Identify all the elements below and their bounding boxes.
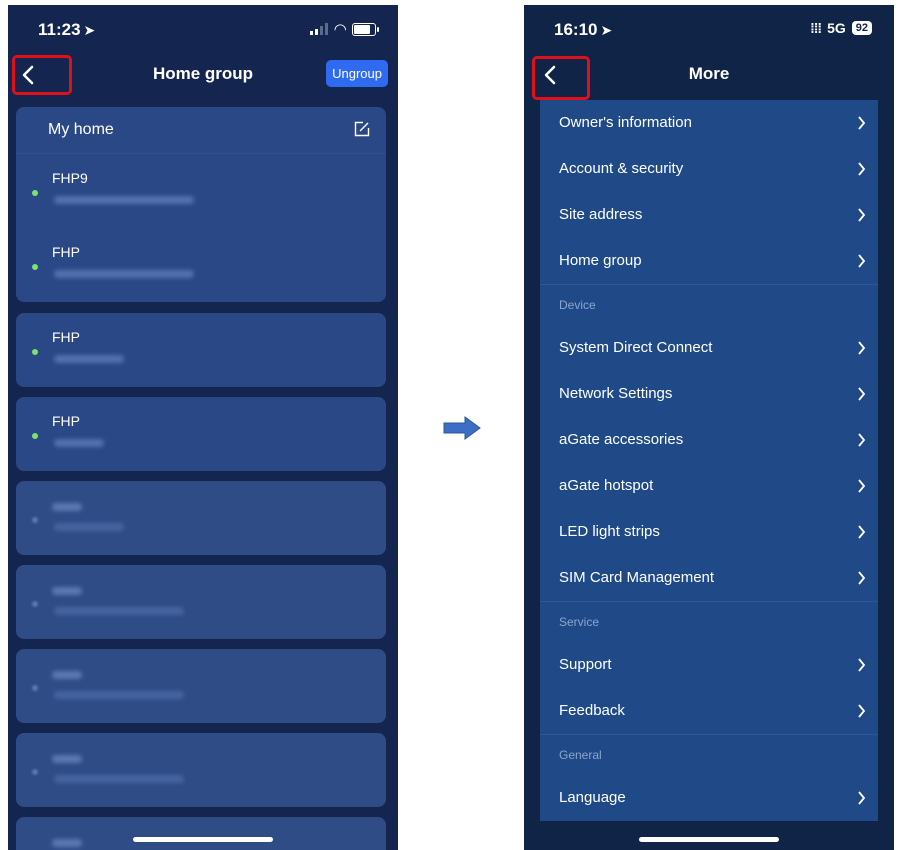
- device-name: FHP: [52, 413, 80, 429]
- device-item[interactable]: FHP9: [16, 154, 386, 228]
- chevron-right-icon: [858, 116, 866, 130]
- list-item-language[interactable]: Language: [540, 775, 878, 821]
- online-dot: [32, 349, 38, 355]
- list-item-sim-card-management[interactable]: SIM Card Management: [540, 555, 878, 601]
- device-card-blurred[interactable]: [16, 565, 386, 639]
- device-serial-blurred: [54, 196, 194, 204]
- nav-bar: Home group Ungroup: [8, 53, 398, 97]
- battery-level: 92: [851, 21, 872, 35]
- device-card[interactable]: FHP: [16, 397, 386, 471]
- signal-icon: ⁞⁞⁞: [810, 20, 822, 36]
- device-name: FHP9: [52, 170, 88, 186]
- device-serial-blurred: [54, 270, 194, 278]
- home-indicator: [133, 837, 273, 842]
- home-indicator: [639, 837, 779, 842]
- chevron-right-icon: [858, 162, 866, 176]
- location-icon: ➤: [83, 22, 96, 38]
- home-name: My home: [48, 121, 114, 138]
- signal-icon: [310, 23, 329, 35]
- chevron-right-icon: [858, 571, 866, 585]
- list-item-home-group[interactable]: Home group: [540, 238, 878, 284]
- location-icon: ➤: [600, 22, 613, 38]
- device-name: FHP: [52, 244, 80, 260]
- online-dot: [32, 433, 38, 439]
- right-arrow-icon: [443, 416, 481, 440]
- list-item-feedback[interactable]: Feedback: [540, 688, 878, 734]
- edit-icon[interactable]: [354, 121, 370, 137]
- settings-list: Owner's information Account & security S…: [540, 100, 878, 821]
- chevron-right-icon: [858, 208, 866, 222]
- chevron-right-icon: [858, 433, 866, 447]
- list-item-agate-hotspot[interactable]: aGate hotspot: [540, 463, 878, 509]
- device-serial-blurred: [54, 439, 104, 447]
- chevron-right-icon: [858, 704, 866, 718]
- device-card-blurred[interactable]: [16, 649, 386, 723]
- nav-bar: More: [524, 53, 894, 100]
- status-time: 16:10 ➤: [554, 20, 613, 39]
- device-card-blurred[interactable]: [16, 817, 386, 850]
- device-name: FHP: [52, 329, 80, 345]
- chevron-right-icon: [858, 658, 866, 672]
- list-item-system-direct-connect[interactable]: System Direct Connect: [540, 325, 878, 371]
- chevron-right-icon: [858, 254, 866, 268]
- device-card-blurred[interactable]: [16, 481, 386, 555]
- page-title: More: [688, 64, 730, 83]
- list-item-account-security[interactable]: Account & security: [540, 146, 878, 192]
- device-item[interactable]: FHP: [16, 228, 386, 302]
- home-group-screen: 11:23 ➤ ◠ Home group Ungroup My home FHP9…: [8, 5, 398, 850]
- device-card[interactable]: FHP: [16, 313, 386, 387]
- online-dot: [32, 264, 38, 270]
- status-bar: 16:10 ➤ ⁞⁞⁞ 5G 92: [524, 5, 894, 53]
- more-screen: 16:10 ➤ ⁞⁞⁞ 5G 92 More Owner's informatio…: [524, 5, 894, 850]
- online-dot: [32, 190, 38, 196]
- wifi-icon: ◠: [334, 21, 346, 38]
- chevron-right-icon: [858, 791, 866, 805]
- status-bar: 11:23 ➤ ◠: [8, 5, 398, 53]
- chevron-right-icon: [858, 479, 866, 493]
- list-item-site-address[interactable]: Site address: [540, 192, 878, 238]
- list-item-owners-information[interactable]: Owner's information: [540, 100, 878, 146]
- list-item-network-settings[interactable]: Network Settings: [540, 371, 878, 417]
- chevron-right-icon: [858, 525, 866, 539]
- list-item-led-light-strips[interactable]: LED light strips: [540, 509, 878, 555]
- list-item-support[interactable]: Support: [540, 642, 878, 688]
- chevron-right-icon: [858, 387, 866, 401]
- device-card-blurred[interactable]: [16, 733, 386, 807]
- home-card: My home FHP9 FHP: [16, 107, 386, 302]
- list-item-agate-accessories[interactable]: aGate accessories: [540, 417, 878, 463]
- network-type: 5G: [827, 20, 846, 36]
- device-serial-blurred: [54, 355, 124, 363]
- battery-icon: [352, 22, 379, 36]
- section-header-service: Service: [540, 601, 878, 642]
- home-card-header: My home: [16, 107, 386, 154]
- status-time: 11:23 ➤: [38, 20, 96, 39]
- chevron-right-icon: [858, 341, 866, 355]
- section-header-device: Device: [540, 284, 878, 325]
- section-header-general: General: [540, 734, 878, 775]
- ungroup-button[interactable]: Ungroup: [326, 60, 388, 87]
